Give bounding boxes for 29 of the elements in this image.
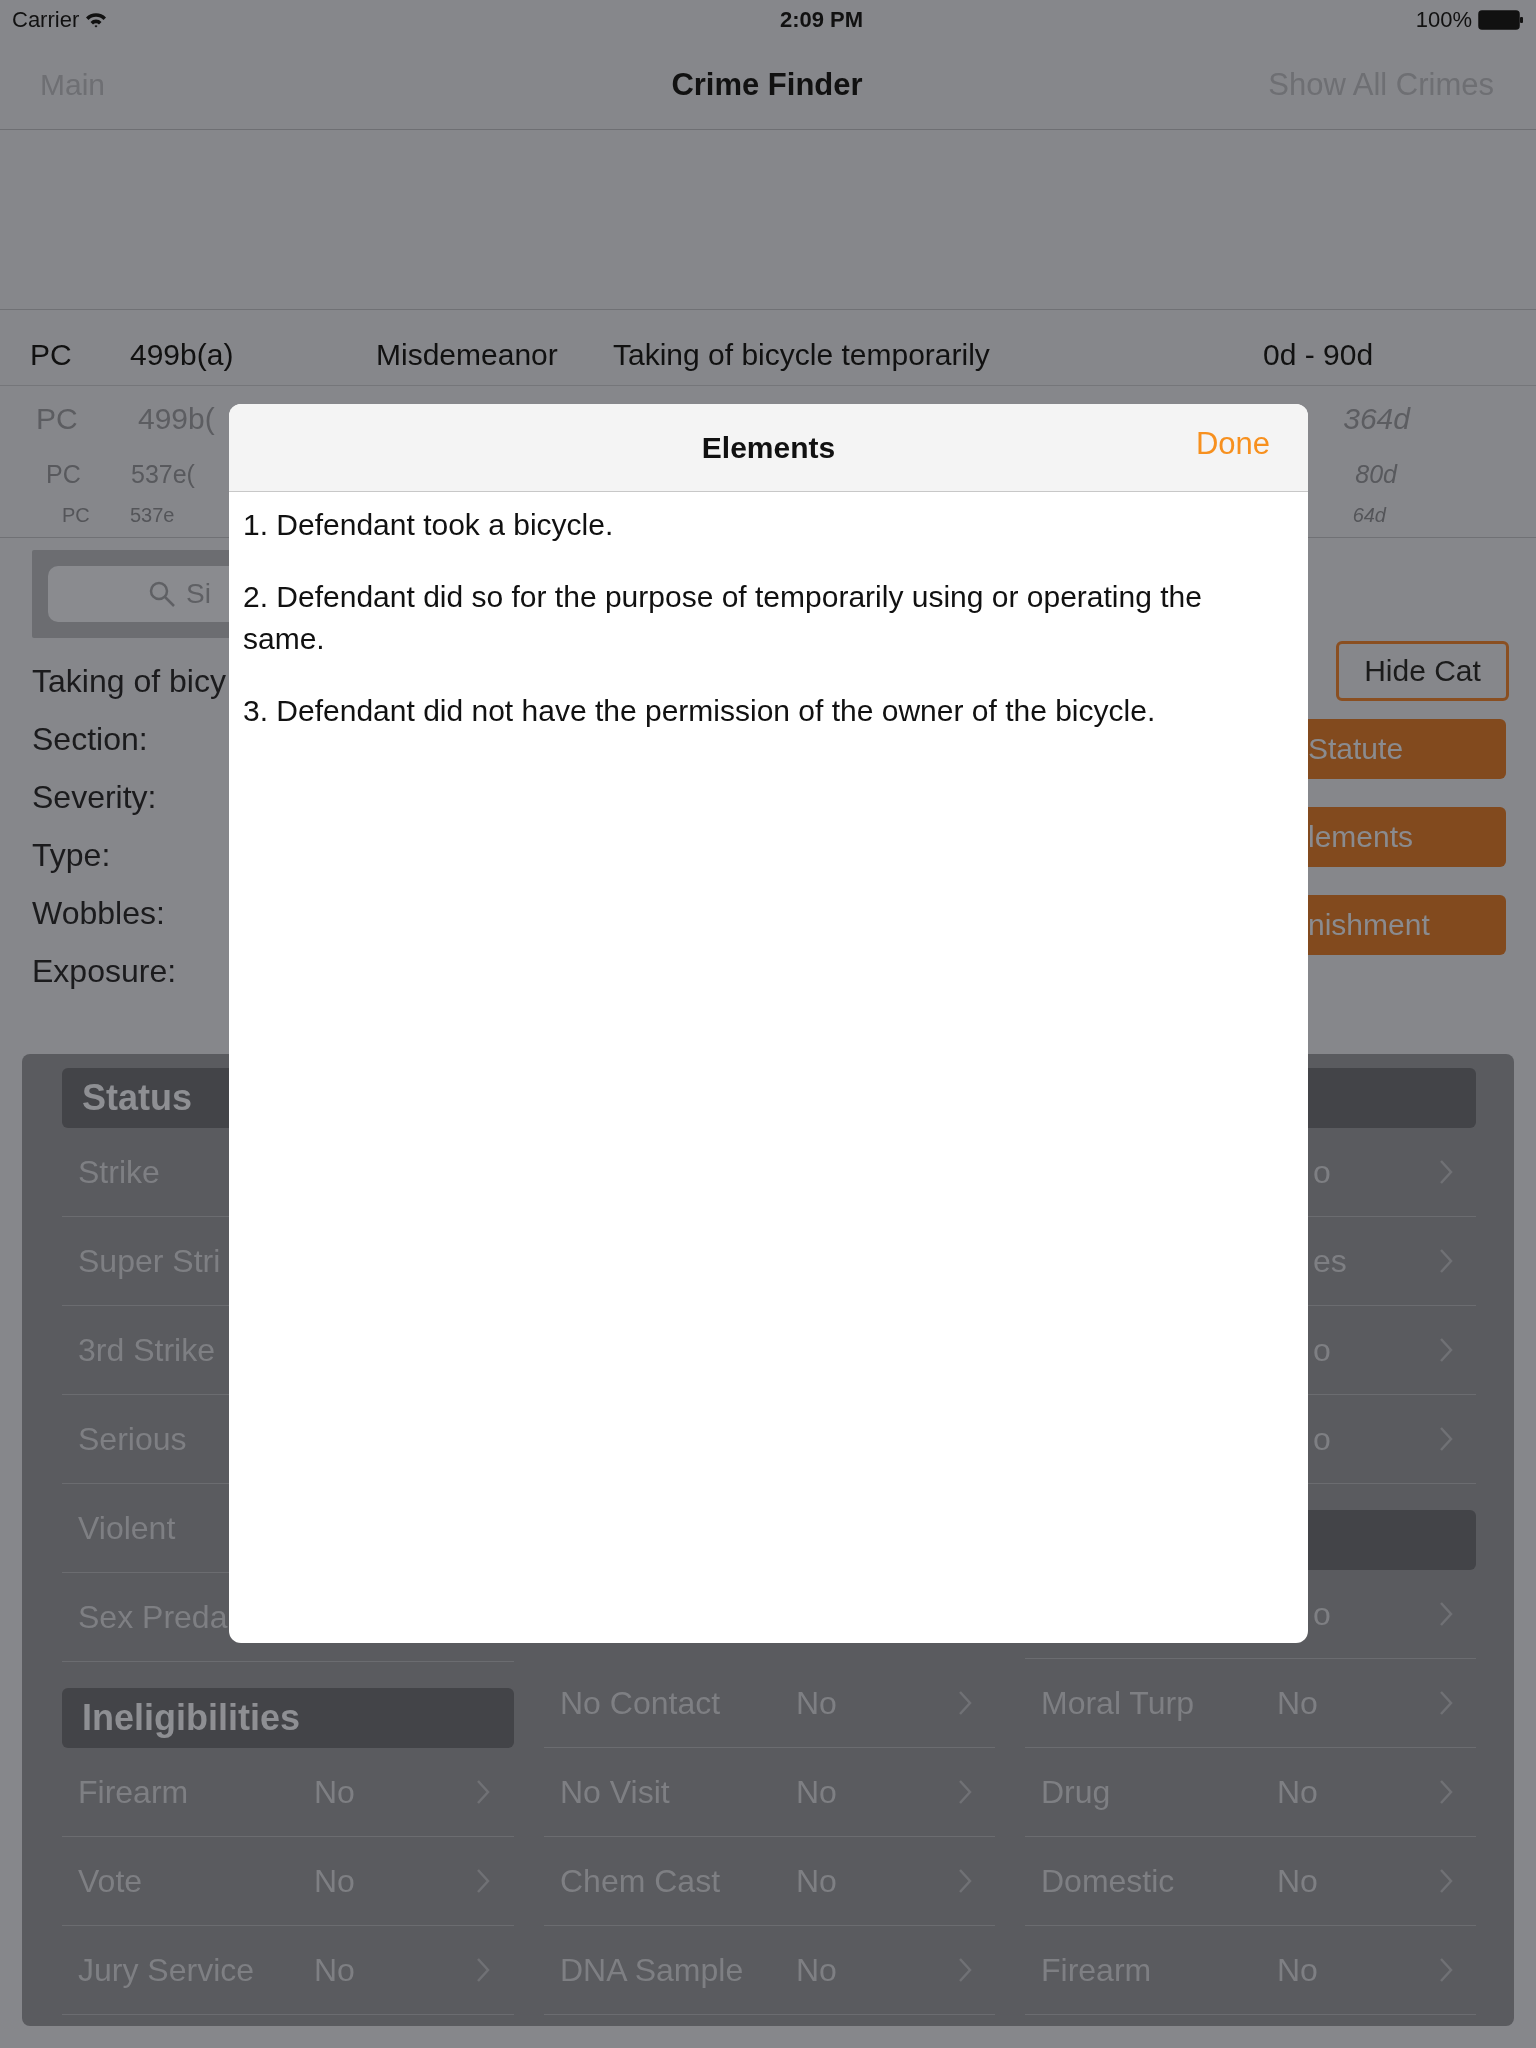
battery-text: 100% <box>1415 7 1472 33</box>
dialog-title: Elements <box>701 430 836 465</box>
clock-text: 2:09 PM <box>779 7 864 33</box>
severity-text: Misdemeanor <box>376 337 559 372</box>
element-paragraph: 2. Defendant did so for the purpose of temporarily using or operating the same. <box>243 579 1203 657</box>
action-button[interactable]: Statute <box>1308 719 1506 779</box>
section-text: 499b(a) <box>130 337 235 372</box>
carrier-text: Carrier <box>12 7 80 33</box>
hide-cat-button[interactable]: Hide Cat <box>1336 641 1509 701</box>
action-button[interactable]: nishment <box>1308 895 1506 955</box>
element-paragraph: 1. Defendant took a bicycle. <box>243 507 615 543</box>
description-text: Taking of bicycle temporarily <box>613 337 991 372</box>
done-button[interactable]: Done <box>1195 426 1270 462</box>
result-row[interactable]: PC 499b(a) Misdemeanor Taking of bicycle temporarily 0d - 90d <box>0 310 1536 386</box>
element-paragraph: 3. Defendant did not have the permission of the owner of the bicycle. <box>243 693 1157 729</box>
field-label: Severity: <box>32 778 158 817</box>
field-label: Exposure: <box>32 952 178 991</box>
action-button[interactable]: lements <box>1308 807 1506 867</box>
crime-title: Taking of bicy <box>32 662 226 701</box>
search-icon <box>148 580 176 608</box>
field-label: Type: <box>32 836 112 875</box>
section-header: Ineligibilities <box>62 1688 514 1748</box>
field-label: Wobbles: <box>32 894 166 933</box>
code-text: PC <box>30 337 73 372</box>
range-text: 0d - 90d <box>1263 337 1375 372</box>
field-label: Section: <box>32 720 149 759</box>
nav-title: Crime Finder <box>671 66 863 103</box>
battery-icon <box>1478 10 1524 30</box>
wifi-icon <box>85 12 108 28</box>
